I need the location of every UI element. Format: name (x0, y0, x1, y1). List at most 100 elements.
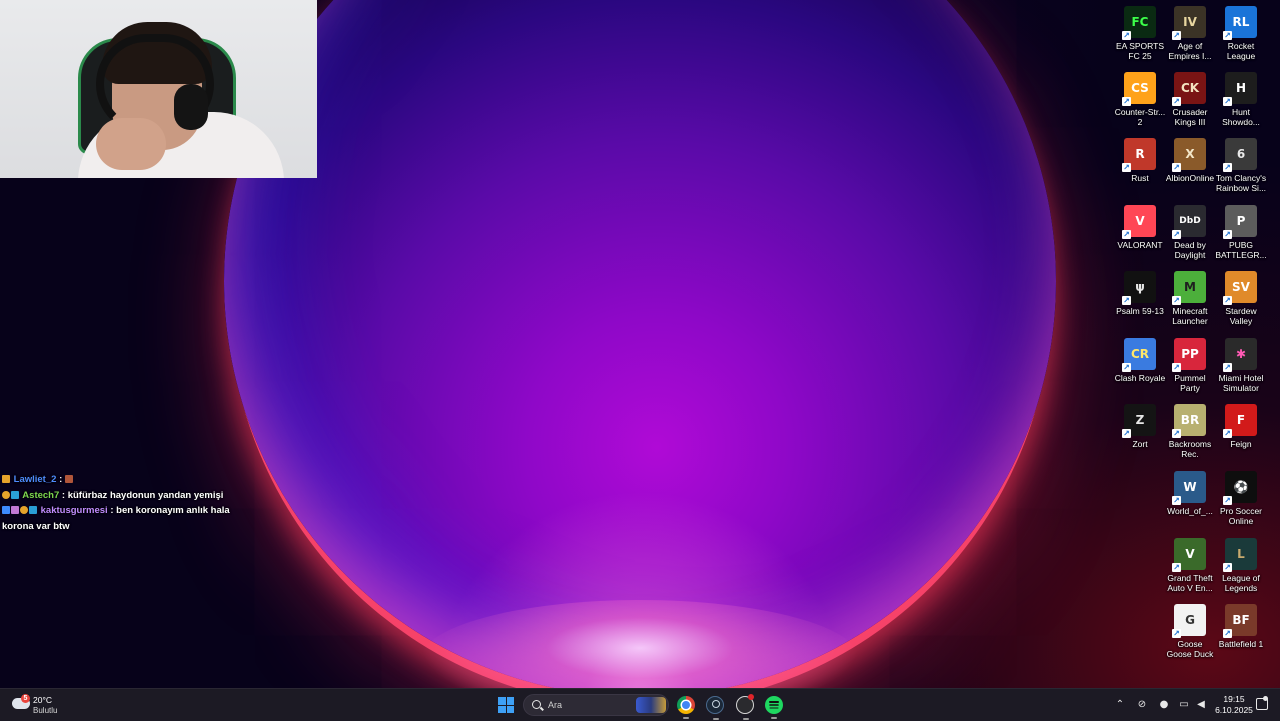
desktop-icon-label: Feign (1230, 439, 1252, 449)
desktop-icon-label: Goose Goose Duck (1166, 639, 1214, 659)
desktop-icon-hunt-showdo[interactable]: H ↗ Hunt Showdo... (1215, 72, 1267, 127)
desktop-icon-pummel-party[interactable]: PP ↗ Pummel Party (1164, 338, 1216, 393)
shortcut-arrow-icon: ↗ (1223, 629, 1232, 638)
app-icon: CR ↗ (1122, 338, 1156, 372)
desktop-icon-goose-goose-duck[interactable]: G ↗ Goose Goose Duck (1164, 604, 1216, 659)
desktop-icon-label: Counter-Str... 2 (1114, 107, 1166, 127)
display-icon[interactable]: ▭ (1177, 698, 1191, 712)
shortcut-arrow-icon: ↗ (1172, 296, 1181, 305)
chevron-up-icon[interactable]: ⌃ (1113, 698, 1127, 712)
desktop-icon-battlefield-1[interactable]: BF ↗ Battlefield 1 (1215, 604, 1267, 649)
search-icon (532, 700, 541, 709)
desktop-icon-label: Crusader Kings III (1172, 107, 1208, 127)
steam-icon[interactable] (706, 696, 724, 720)
desktop-icon-pro-soccer-online[interactable]: ⚽ ↗ Pro Soccer Online (1215, 471, 1267, 526)
app-icon: R ↗ (1122, 138, 1156, 172)
running-indicator (771, 717, 777, 719)
desktop-icon-dead-by-daylight[interactable]: DbD ↗ Dead by Daylight (1164, 205, 1216, 260)
desktop-icon-label: Backrooms Rec. (1168, 439, 1212, 459)
shortcut-arrow-icon: ↗ (1172, 97, 1181, 106)
app-icon: SV ↗ (1223, 271, 1257, 305)
shortcut-arrow-icon: ↗ (1122, 31, 1131, 40)
desktop-icon-label: Minecraft Launcher (1172, 306, 1208, 326)
recording-indicator (748, 694, 754, 700)
desktop-icon-zort[interactable]: Z ↗ Zort (1114, 404, 1166, 449)
obs-icon[interactable] (736, 694, 754, 720)
shortcut-arrow-icon: ↗ (1122, 363, 1131, 372)
desktop-icon-albiononline[interactable]: X ↗ AlbionOnline (1164, 138, 1216, 183)
desktop-icon-tom-clancy-s-rainbow-si[interactable]: 6 ↗ Tom Clancy's Rainbow Si... (1215, 138, 1267, 193)
desktop-icon-label: EA SPORTS FC 25 (1115, 41, 1165, 61)
clock-date: 6.10.2025 (1215, 705, 1253, 715)
weather-temperature: 20°C (33, 695, 52, 705)
desktop-icon-label: Rust (1131, 173, 1149, 183)
shortcut-arrow-icon: ↗ (1122, 230, 1131, 239)
desktop-icon-rust[interactable]: R ↗ Rust (1114, 138, 1166, 183)
desktop-icon-miami-hotel-simulator[interactable]: ✱ ↗ Miami Hotel Simulator (1215, 338, 1267, 393)
desktop-icon-psalm-59-13[interactable]: ψ ↗ Psalm 59-13 (1114, 271, 1166, 316)
desktop-icon-ea-sports-fc-25[interactable]: FC ↗ EA SPORTS FC 25 (1114, 6, 1166, 61)
shortcut-arrow-icon: ↗ (1122, 97, 1131, 106)
desktop-icon-label: Miami Hotel Simulator (1218, 373, 1264, 393)
shortcut-arrow-icon: ↗ (1172, 31, 1181, 40)
app-icon: H ↗ (1223, 72, 1257, 106)
app-icon: F ↗ (1223, 404, 1257, 438)
desktop-icon-label: PUBG BATTLEGR... (1215, 240, 1267, 260)
start-button[interactable] (498, 697, 514, 713)
shortcut-arrow-icon: ↗ (1172, 363, 1181, 372)
notification-bell-icon[interactable] (1256, 696, 1268, 710)
desktop-icon-grand-theft-auto-v-en[interactable]: V ↗ Grand Theft Auto V En... (1164, 538, 1216, 593)
shortcut-arrow-icon: ↗ (1172, 629, 1181, 638)
desktop-icon-clash-royale[interactable]: CR ↗ Clash Royale (1114, 338, 1166, 383)
desktop-icon-valorant[interactable]: V ↗ VALORANT (1114, 205, 1166, 250)
desktop-icon-world-of[interactable]: W ↗ World_of_... (1164, 471, 1216, 516)
desktop-icon-minecraft-launcher[interactable]: M ↗ Minecraft Launcher (1164, 271, 1216, 326)
chrome-icon[interactable] (677, 696, 695, 719)
desktop-icon-label: Battlefield 1 (1218, 639, 1264, 649)
microphone-icon[interactable]: ● (1157, 698, 1171, 712)
desktop-icon-label: World_of_... (1167, 506, 1213, 516)
shortcut-arrow-icon: ↗ (1223, 429, 1232, 438)
weather-widget[interactable]: 5 20°C Bulutlu (10, 693, 90, 717)
shortcut-arrow-icon: ↗ (1172, 563, 1181, 572)
network-off-icon[interactable]: ⊘ (1135, 698, 1149, 712)
spotify-icon[interactable] (765, 696, 783, 719)
taskbar-clock[interactable]: 19:15 6.10.2025 (1212, 694, 1256, 716)
desktop-icon-backrooms-rec[interactable]: BR ↗ Backrooms Rec. (1164, 404, 1216, 459)
desktop-icon-crusader-kings-iii[interactable]: CK ↗ Crusader Kings III (1164, 72, 1216, 127)
shortcut-arrow-icon: ↗ (1122, 163, 1131, 172)
desktop-icon-league-of-legends[interactable]: L ↗ League of Legends (1215, 538, 1267, 593)
desktop-icon-counter-str-2[interactable]: CS ↗ Counter-Str... 2 (1114, 72, 1166, 127)
taskbar-search[interactable]: Ara (523, 694, 669, 716)
shortcut-arrow-icon: ↗ (1223, 496, 1232, 505)
desktop-icon-label: Zort (1132, 439, 1148, 449)
desktop-icon-label: Clash Royale (1114, 373, 1166, 383)
app-icon: CS ↗ (1122, 72, 1156, 106)
clock-time: 19:15 (1223, 694, 1245, 704)
shortcut-arrow-icon: ↗ (1122, 429, 1131, 438)
desktop-icon-age-of-empires-i[interactable]: IV ↗ Age of Empires I... (1164, 6, 1216, 61)
shortcut-arrow-icon: ↗ (1223, 31, 1232, 40)
desktop-icon-label: Tom Clancy's Rainbow Si... (1215, 173, 1267, 193)
desktop-icon-pubg-battlegr[interactable]: P ↗ PUBG BATTLEGR... (1215, 205, 1267, 260)
app-icon: 6 ↗ (1223, 138, 1257, 172)
shortcut-arrow-icon: ↗ (1223, 97, 1232, 106)
windows-logo-icon (506, 705, 514, 713)
app-icon: ⚽ ↗ (1223, 471, 1257, 505)
windows-logo-icon (506, 697, 514, 705)
app-icon: L ↗ (1223, 538, 1257, 572)
desktop-icon-rocket-league[interactable]: RL ↗ Rocket League (1215, 6, 1267, 61)
app-icon: BR ↗ (1172, 404, 1206, 438)
weather-condition: Bulutlu (33, 706, 58, 715)
app-icon: W ↗ (1172, 471, 1206, 505)
windows-logo-icon (498, 705, 506, 713)
volume-icon[interactable]: ◀ (1194, 698, 1208, 712)
desktop-icon-label: Psalm 59-13 (1116, 306, 1164, 316)
desktop-icon-stardew-valley[interactable]: SV ↗ Stardew Valley (1215, 271, 1267, 326)
desktop-icon-feign[interactable]: F ↗ Feign (1215, 404, 1267, 449)
app-icon: ψ ↗ (1122, 271, 1156, 305)
shortcut-arrow-icon: ↗ (1172, 496, 1181, 505)
app-icon: RL ↗ (1223, 6, 1257, 40)
desktop-icon-label: Dead by Daylight (1174, 240, 1206, 260)
shortcut-arrow-icon: ↗ (1223, 296, 1232, 305)
